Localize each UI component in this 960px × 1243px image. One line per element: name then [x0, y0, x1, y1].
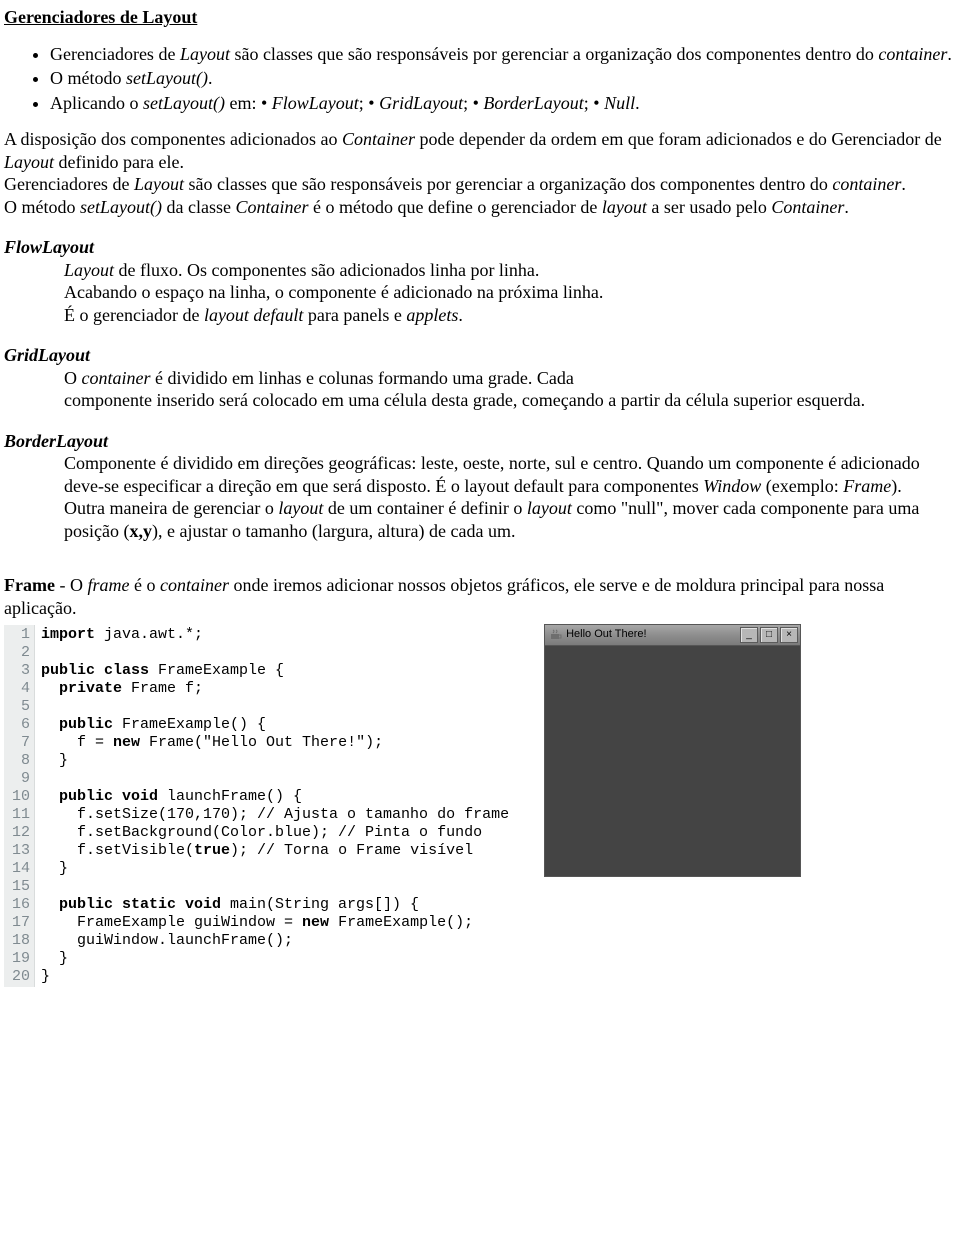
code-editor: 1 2 3 4 5 6 7 8 9 10 11 12 13 14 15 16 1… — [4, 625, 515, 987]
gridlayout-heading: GridLayout — [4, 344, 956, 367]
example-window: Hello Out There! _ □ × — [545, 625, 800, 876]
window-client-area — [545, 646, 800, 876]
close-button[interactable]: × — [780, 627, 798, 643]
borderlayout-body: Componente é dividido em direções geográ… — [4, 452, 956, 542]
close-icon: × — [786, 629, 792, 642]
maximize-icon: □ — [766, 629, 772, 642]
doc-title: Gerenciadores de Layout — [4, 6, 956, 29]
minimize-button[interactable]: _ — [740, 627, 758, 643]
bullet-item-1: Gerenciadores de Layout são classes que … — [50, 43, 956, 66]
bullet-list: Gerenciadores de Layout são classes que … — [4, 43, 956, 115]
paragraph-3: O método setLayout() da classe Container… — [4, 196, 956, 219]
flowlayout-heading: FlowLayout — [4, 236, 956, 259]
paragraph-1: A disposição dos componentes adicionados… — [4, 128, 956, 173]
java-cup-icon — [549, 628, 563, 642]
maximize-button[interactable]: □ — [760, 627, 778, 643]
bottom-row: 1 2 3 4 5 6 7 8 9 10 11 12 13 14 15 16 1… — [4, 625, 956, 987]
flowlayout-body: Layout de fluxo. Os componentes são adic… — [4, 259, 956, 327]
code-body: import java.awt.*; public class FrameExa… — [35, 625, 515, 987]
minimize-icon: _ — [746, 629, 752, 642]
bullet-item-3: Aplicando o setLayout() em: • FlowLayout… — [50, 92, 956, 115]
bullet-item-2: O método setLayout(). — [50, 67, 956, 90]
doc-title-text: Gerenciadores de Layout — [4, 7, 197, 27]
frame-paragraph: Frame - O frame é o container onde iremo… — [4, 574, 956, 619]
window-title: Hello Out There! — [566, 628, 740, 642]
borderlayout-heading: BorderLayout — [4, 430, 956, 453]
code-gutter: 1 2 3 4 5 6 7 8 9 10 11 12 13 14 15 16 1… — [4, 625, 35, 987]
window-titlebar[interactable]: Hello Out There! _ □ × — [545, 625, 800, 646]
gridlayout-body: O container é dividido em linhas e colun… — [4, 367, 956, 412]
paragraph-2: Gerenciadores de Layout são classes que … — [4, 173, 956, 196]
